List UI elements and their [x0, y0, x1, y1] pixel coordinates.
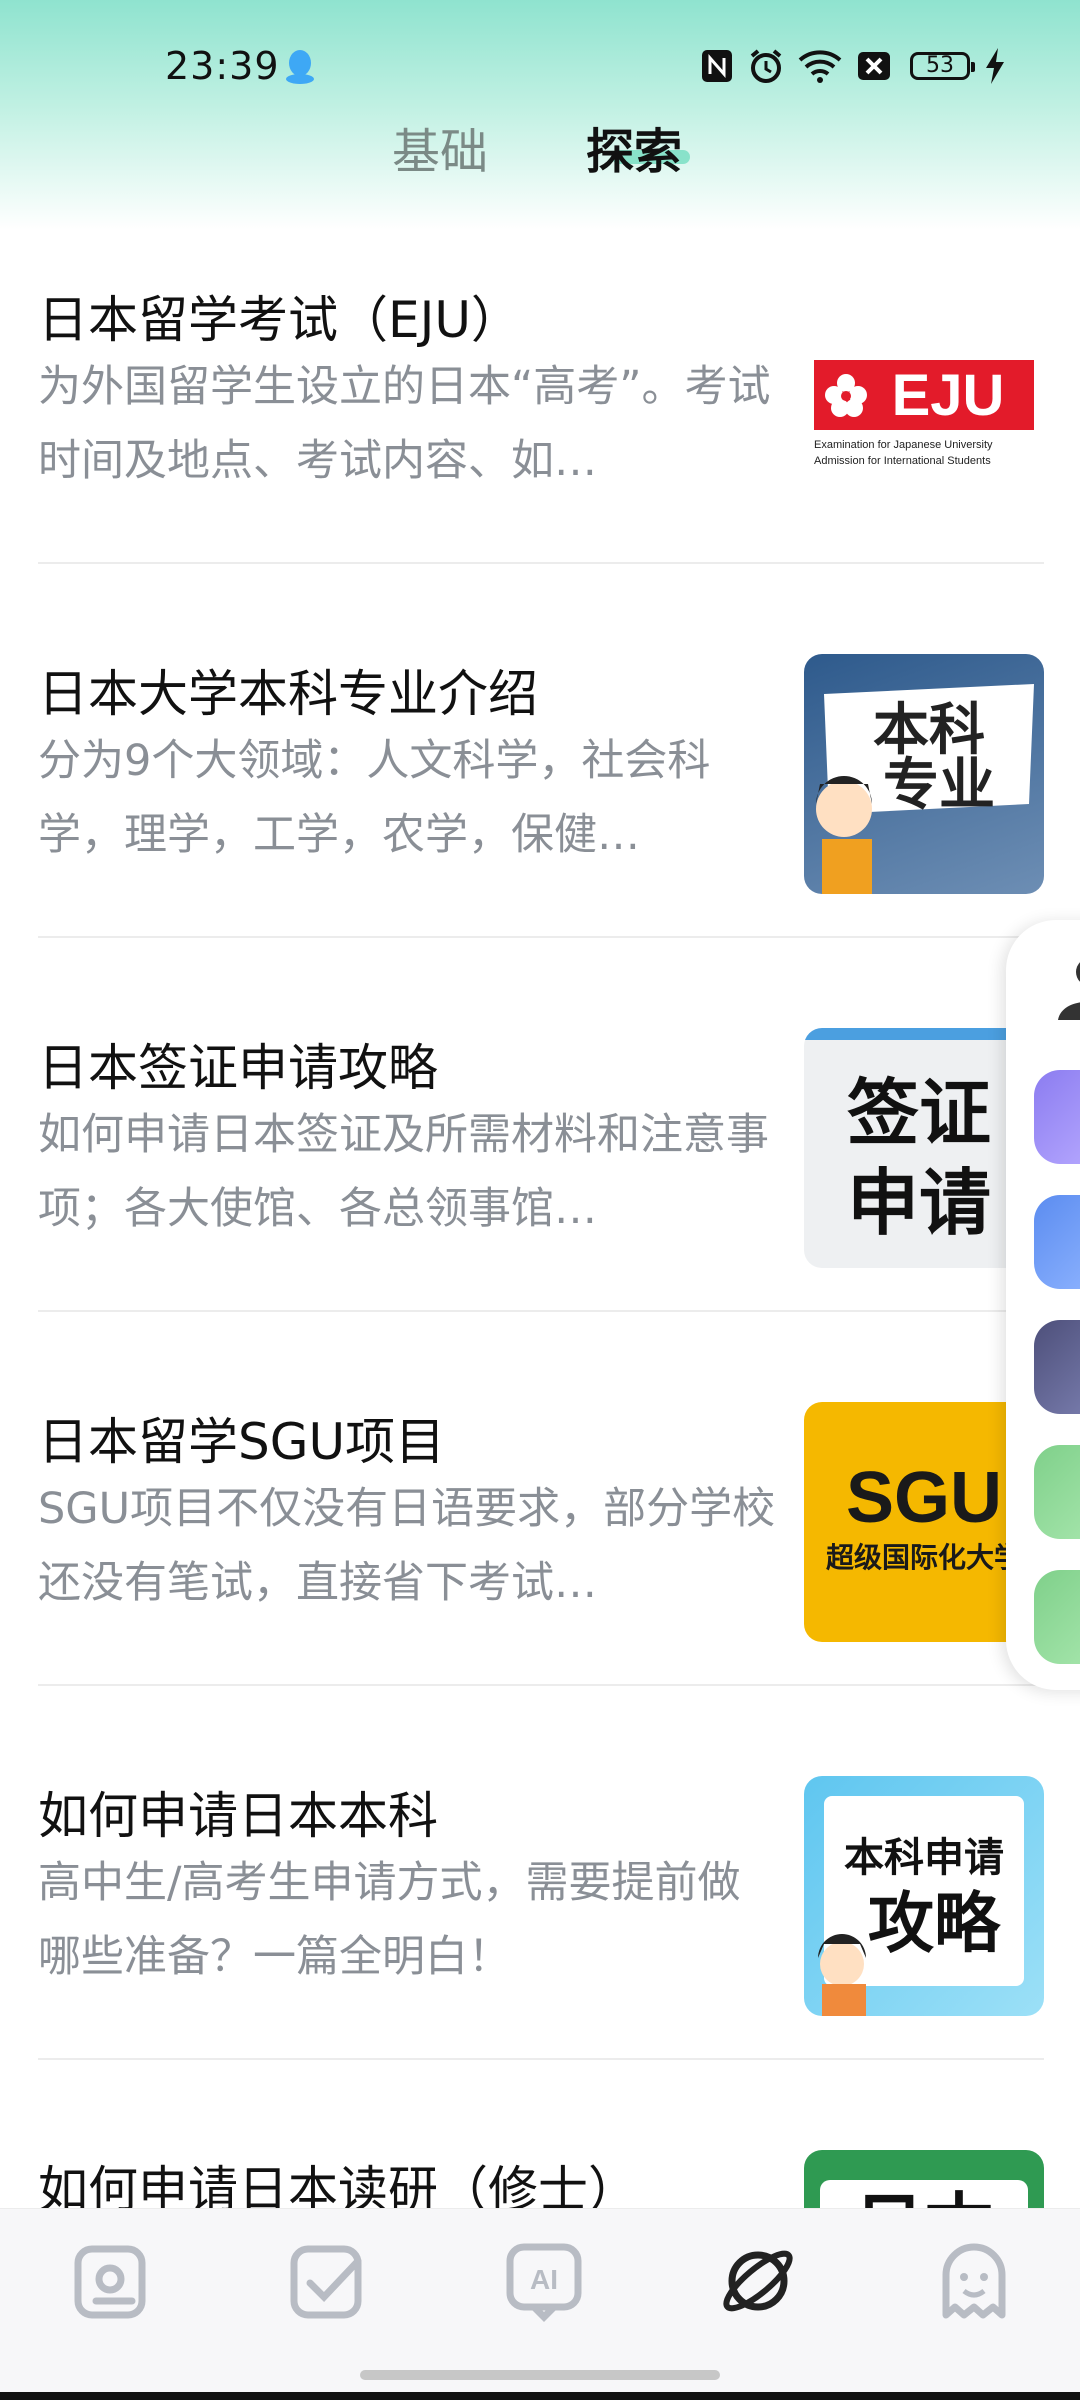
article-title: 如何申请日本读研（修士） — [38, 2161, 638, 2210]
article-item[interactable]: 如何申请日本本科 高中生/高考生申请方式，需要提前做哪些准备？一篇全明白！ 本科… — [38, 1726, 1044, 2100]
list-divider — [38, 936, 1044, 938]
battery-icon: 53 — [910, 52, 975, 80]
thumb-eju-text: EJU — [892, 363, 1005, 428]
article-description: 如何申请日本签证及所需材料和注意事项；各大使馆、各总领事馆… — [38, 1110, 769, 1234]
thumb-text-line2: 攻略 — [868, 1885, 1001, 1962]
ghost-profile-icon[interactable] — [932, 2239, 1016, 2323]
article-title: 日本大学本科专业介绍 — [38, 665, 538, 723]
thumb-sgu-subtext: 超级国际化大学 — [826, 1541, 1022, 1574]
checkbox-icon[interactable] — [286, 2239, 370, 2323]
article-item[interactable]: 日本留学考试（EJU） 为外国留学生设立的日本“高考”。考试时间及地点、考试内容… — [38, 230, 1044, 604]
article-thumbnail: 日本 — [804, 2150, 1044, 2210]
article-thumbnail: EJU Examination for Japanese University … — [804, 280, 1044, 520]
charging-icon — [986, 48, 1004, 84]
list-divider — [38, 2058, 1044, 2060]
article-description: 为外国留学生设立的日本“高考”。考试时间及地点、考试内容、如… — [38, 362, 771, 486]
qq-icon — [286, 50, 314, 84]
article-title: 日本留学考试（EJU） — [38, 291, 521, 349]
status-time: 23:39 — [165, 44, 280, 88]
thumb-sgu-text: SGU — [846, 1458, 1002, 1538]
article-thumbnail: 本科 专业 — [804, 654, 1044, 894]
article-item[interactable]: 日本留学SGU项目 SGU项目不仅没有日语要求，部分学校还没有笔试，直接省下考试… — [38, 1352, 1044, 1726]
thumb-text-line1: 本科申请 — [844, 1835, 1004, 1881]
status-bar: 23:39 53 — [0, 0, 1080, 120]
thumb-eju-line2: Admission for International Students — [814, 455, 991, 467]
article-item[interactable]: 日本大学本科专业介绍 分为9个大领域：人文科学，社会科学，理学，工学，农学，保健… — [38, 604, 1044, 978]
article-title: 如何申请日本本科 — [38, 1787, 438, 1845]
list-divider — [38, 1310, 1044, 1312]
screen-cast-icon[interactable] — [1034, 1570, 1080, 1664]
article-thumbnail: 本科申请 攻略 — [804, 1776, 1044, 2016]
list-divider — [38, 562, 1044, 564]
more-options-icon[interactable] — [1034, 1445, 1080, 1539]
thumb-eju-line1: Examination for Japanese University — [814, 439, 993, 451]
article-description: 分为9个大领域：人文科学，社会科学，理学，工学，农学，保健… — [38, 736, 711, 860]
planet-icon[interactable] — [716, 2239, 800, 2323]
ai-icon-label: AI — [530, 2264, 558, 2295]
thumb-text-line1: 签证 — [847, 1071, 991, 1155]
person-icon[interactable] — [1046, 950, 1080, 1020]
photo-search-icon[interactable] — [70, 2239, 154, 2323]
system-navigation-bar — [0, 2392, 1080, 2400]
article-description: SGU项目不仅没有日语要求，部分学校还没有笔试，直接省下考试… — [38, 1484, 776, 1608]
nfc-icon — [702, 50, 732, 82]
translate-icon[interactable] — [1034, 1070, 1080, 1164]
article-title: 日本签证申请攻略 — [38, 1039, 438, 1097]
alarm-icon — [750, 49, 782, 83]
list-divider — [38, 1684, 1044, 1686]
wifi-icon — [798, 50, 842, 83]
h-app-icon[interactable] — [1034, 1195, 1080, 1289]
tab-basic[interactable]: 基础 — [392, 112, 488, 182]
thumb-text-line1: 日本 — [854, 2185, 994, 2210]
tab-explore[interactable]: 探索 — [586, 112, 682, 182]
article-title: 日本留学SGU项目 — [38, 1413, 446, 1471]
article-item[interactable]: 日本签证申请攻略 如何申请日本签证及所需材料和注意事项；各大使馆、各总领事馆… … — [38, 978, 1044, 1352]
sim-off-icon — [858, 52, 890, 80]
bottom-navigation: AI — [0, 2208, 1080, 2393]
article-item[interactable]: 如何申请日本读研（修士） 日本 — [38, 2100, 1044, 2210]
home-indicator[interactable] — [360, 2370, 720, 2380]
thumb-text-line2: 申请 — [847, 1161, 991, 1245]
ai-chat-icon[interactable]: AI — [502, 2239, 586, 2323]
shield-app-icon[interactable] — [1034, 1320, 1080, 1414]
article-description: 高中生/高考生申请方式，需要提前做哪些准备？一篇全明白！ — [38, 1858, 741, 1982]
floating-side-panel[interactable] — [1006, 920, 1080, 1690]
thumb-text-line2: 专业 — [883, 753, 995, 818]
